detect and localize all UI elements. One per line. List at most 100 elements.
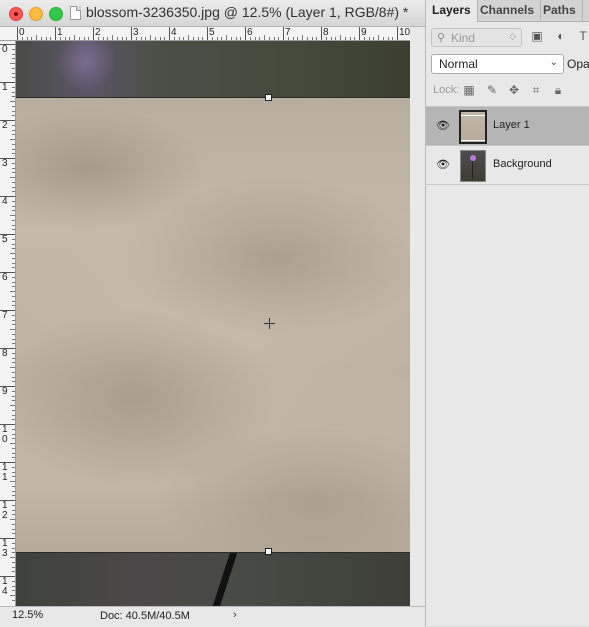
lock-transparent-pixels-icon[interactable]: ▦ — [462, 83, 476, 97]
ruler-minor-tick — [273, 37, 275, 40]
lock-artboard-icon[interactable]: ⌗ — [529, 83, 543, 97]
maximize-window-button[interactable] — [49, 7, 63, 21]
ruler-minor-tick — [26, 37, 28, 40]
ruler-minor-tick — [306, 37, 308, 40]
ruler-label: 10 — [2, 424, 8, 445]
layer-name[interactable]: Background — [493, 158, 552, 170]
ruler-minor-tick — [12, 338, 15, 340]
document-canvas[interactable] — [16, 41, 410, 606]
ruler-minor-tick — [12, 167, 15, 169]
ruler-minor-tick — [368, 37, 370, 40]
ruler-minor-tick — [297, 37, 299, 40]
ruler-minor-tick — [10, 215, 15, 216]
minimize-window-button[interactable] — [29, 7, 43, 21]
tab-paths[interactable]: Paths — [537, 0, 583, 21]
ruler-origin[interactable] — [0, 27, 16, 41]
ruler-minor-tick — [12, 371, 15, 373]
layer-name[interactable]: Layer 1 — [493, 119, 530, 131]
vertical-ruler[interactable]: 0 1 2 3 4 5 6 7 8 9 10 11 12 13 14 — [0, 41, 16, 606]
ruler-minor-tick — [12, 305, 15, 307]
ruler-minor-tick — [12, 438, 15, 440]
ruler-label: 9 — [2, 386, 8, 397]
lock-image-pixels-icon[interactable]: ✎ — [485, 83, 499, 97]
ruler-label: 2 — [2, 120, 8, 131]
ruler-label: 1 — [2, 82, 8, 93]
ruler-minor-tick — [264, 35, 265, 40]
ruler-minor-tick — [12, 433, 15, 435]
ruler-minor-tick — [12, 248, 15, 250]
ruler-minor-tick — [12, 96, 15, 98]
ruler-minor-tick — [259, 37, 261, 40]
layer-row-background[interactable]: 👁︎ Background — [426, 146, 589, 185]
eye-icon[interactable]: 👁︎ — [436, 159, 450, 171]
ruler-minor-tick — [12, 172, 15, 174]
ruler-minor-tick — [12, 58, 15, 60]
ruler-minor-tick — [12, 566, 15, 568]
ruler-minor-tick — [12, 585, 15, 587]
ruler-minor-tick — [344, 37, 346, 40]
tab-channels[interactable]: Channels — [474, 0, 542, 21]
ruler-minor-tick — [64, 37, 66, 40]
ruler-major-tick — [359, 27, 360, 40]
ruler-minor-tick — [12, 86, 15, 88]
adjustment-filter-icon[interactable]: ◐ — [554, 30, 568, 43]
ruler-minor-tick — [12, 229, 15, 231]
lock-row: Lock: ▦ ✎ ✥ ⌗ 🔒︎ — [426, 80, 589, 102]
document-icon — [70, 6, 81, 20]
ruler-minor-tick — [121, 37, 123, 40]
zoom-level-field[interactable]: 12.5% — [12, 609, 54, 623]
document-size[interactable]: Doc: 40.5M/40.5M — [100, 610, 190, 622]
eye-icon[interactable]: 👁︎ — [436, 120, 450, 132]
ruler-minor-tick — [12, 490, 15, 492]
ruler-minor-tick — [12, 105, 15, 107]
blend-mode-select[interactable]: Normal ⌄ — [431, 54, 564, 74]
ruler-minor-tick — [216, 37, 218, 40]
ruler-minor-tick — [188, 35, 189, 40]
tab-layers[interactable]: Layers — [426, 0, 478, 22]
ruler-minor-tick — [373, 37, 375, 40]
ruler-minor-tick — [12, 124, 15, 126]
ruler-minor-tick — [12, 357, 15, 359]
kind-filter-select[interactable]: ⚲ Kind ◇ — [431, 28, 522, 47]
close-window-button[interactable] — [9, 7, 23, 21]
lock-all-icon[interactable]: 🔒︎ — [551, 83, 565, 97]
ruler-label: 12 — [2, 500, 8, 521]
layer1-thumbnail — [459, 110, 487, 144]
ruler-minor-tick — [12, 409, 15, 411]
ruler-minor-tick — [363, 37, 365, 40]
lock-position-icon[interactable]: ✥ — [507, 83, 521, 97]
ruler-label: 8 — [2, 348, 8, 359]
ruler-minor-tick — [12, 485, 15, 487]
background-photo-bottom — [16, 551, 410, 606]
status-menu-arrow[interactable]: › — [233, 609, 237, 621]
ruler-minor-tick — [150, 35, 151, 40]
title-bar[interactable]: blossom-3236350.jpg @ 12.5% (Layer 1, RG… — [0, 0, 425, 27]
ruler-minor-tick — [145, 37, 147, 40]
type-filter-icon[interactable]: T — [576, 30, 589, 43]
horizontal-ruler[interactable]: 0 1 2 3 4 5 6 7 8 9 10 — [15, 27, 410, 41]
layer1-texture[interactable] — [16, 97, 410, 553]
ruler-minor-tick — [235, 37, 237, 40]
ruler-minor-tick — [12, 257, 15, 259]
ruler-minor-tick — [287, 37, 289, 40]
ruler-minor-tick — [10, 177, 15, 178]
ruler-minor-tick — [88, 37, 90, 40]
ruler-minor-tick — [12, 452, 15, 454]
ruler-minor-tick — [12, 72, 15, 74]
ruler-minor-tick — [335, 37, 337, 40]
ruler-major-tick — [245, 27, 246, 40]
ruler-major-tick — [93, 27, 94, 40]
ruler-minor-tick — [36, 35, 37, 40]
ruler-minor-tick — [12, 395, 15, 397]
ruler-minor-tick — [10, 519, 15, 520]
transform-handle-bottom[interactable] — [265, 548, 272, 555]
image-filter-icon[interactable]: ▣ — [530, 30, 544, 43]
ruler-minor-tick — [159, 37, 161, 40]
blend-mode-value: Normal — [439, 57, 478, 71]
ruler-minor-tick — [154, 37, 156, 40]
ruler-minor-tick — [135, 37, 137, 40]
transform-handle-top[interactable] — [265, 94, 272, 101]
ruler-minor-tick — [12, 134, 15, 136]
layer-row-layer1[interactable]: 👁︎ Layer 1 — [426, 107, 589, 146]
ruler-label: 5 — [2, 234, 8, 245]
